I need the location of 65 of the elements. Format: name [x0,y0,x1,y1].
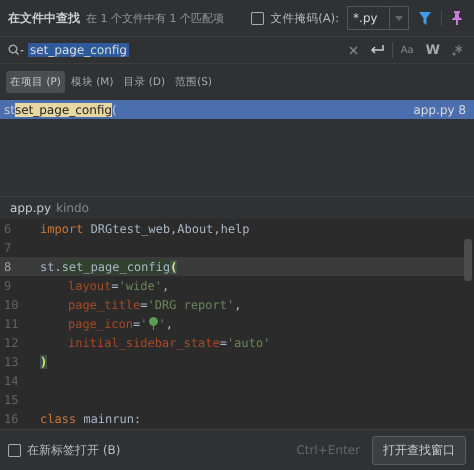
code-token: , [166,316,173,330]
result-row[interactable]: stset_page_config( app.py 8 [0,100,474,119]
file-mask-field[interactable]: *.py [347,6,409,30]
code-token: 'DRG report' [147,298,234,312]
code-token: = [111,278,119,292]
close-icon[interactable] [348,46,358,54]
code-token: import [40,222,84,236]
scope-tab[interactable]: 目录 (D) [119,71,170,93]
line-number: 8 [3,260,12,274]
code-token: mainrun: [82,412,142,426]
code-token: class [40,412,76,426]
scope-tab[interactable]: 范围(S) [171,71,216,93]
code-token: 'wide' [118,278,162,292]
pin-icon[interactable] [452,11,462,25]
line-number: 12 [3,336,20,350]
code-token: page_icon [68,316,134,330]
regex-icon[interactable] [452,44,462,56]
code-token: , [162,278,170,292]
code-token: ' [140,316,148,330]
preview-file-name: app.py [10,201,52,215]
search-option[interactable]: Aa [400,44,414,56]
search-field[interactable]: set_page_config [28,43,130,57]
preview-folder-name: kindo [56,201,89,215]
code-token: , [234,298,242,312]
result-match: set_page_config [14,102,112,116]
code-token: ' [158,316,166,330]
line-number: 10 [3,298,20,312]
code-token: ) [40,354,48,368]
result-suffix: ( [112,102,117,116]
code-token: st. [40,260,62,274]
code-token: = [133,316,140,330]
line-number: 9 [3,278,12,292]
newline-icon[interactable] [370,45,384,55]
line-number: 6 [3,222,12,236]
code-token: initial_sidebar_state [68,336,220,350]
result-prefix: st [4,102,15,116]
scope-tab[interactable]: 在项目 (P) [6,71,65,93]
balloon-icon [148,317,158,330]
scrollbar-thumb[interactable] [464,239,472,281]
search-option[interactable]: W [426,42,440,58]
line-number: 14 [3,374,20,388]
code-token: page_title [68,298,140,312]
code-token: 'auto' [226,336,270,350]
search-icon[interactable] [8,44,24,56]
result-location: app.py 8 [413,102,466,116]
line-number: 13 [3,354,20,368]
file-mask-checkbox[interactable] [251,12,264,24]
code-token: set_page_config [62,260,170,274]
line-number: 7 [3,240,12,254]
code-token: layout [68,278,112,292]
panel-title: 在文件中查找 [8,10,80,26]
code-token: ( [170,260,178,274]
new-tab-checkbox[interactable] [8,444,21,456]
scope-tab[interactable]: 模块 (M) [66,71,118,93]
line-number: 15 [3,392,20,406]
line-number: 11 [3,316,20,330]
line-number: 16 [3,412,20,426]
code-token: DRGtest_web,About,help [90,222,250,236]
new-tab-label: 在新标签打开 (B) [27,442,120,458]
filter-icon[interactable] [419,12,431,24]
match-summary: 在 1 个文件中有 1 个匹配项 [86,10,224,26]
code-token: = [220,336,227,350]
file-mask-label: 文件掩码(A): [270,10,339,26]
code-token: = [140,298,148,312]
open-find-window-button[interactable]: 打开查找窗口 [372,436,466,464]
